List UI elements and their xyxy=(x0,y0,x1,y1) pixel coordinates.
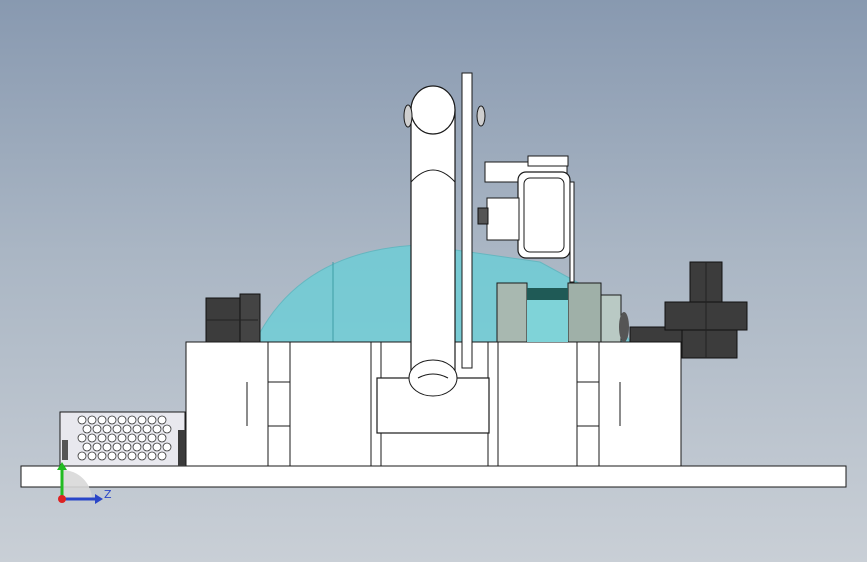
vertical-plate[interactable] xyxy=(461,72,473,369)
z-axis-label: Z xyxy=(104,488,112,501)
base-plate[interactable] xyxy=(20,465,847,488)
model-view[interactable]: Z xyxy=(0,0,867,562)
left-fitting[interactable] xyxy=(205,293,261,343)
origin-dot xyxy=(58,495,66,503)
textured-block[interactable] xyxy=(496,282,629,343)
cad-viewport[interactable]: Z xyxy=(0,0,867,562)
perforated-block[interactable] xyxy=(59,411,186,467)
